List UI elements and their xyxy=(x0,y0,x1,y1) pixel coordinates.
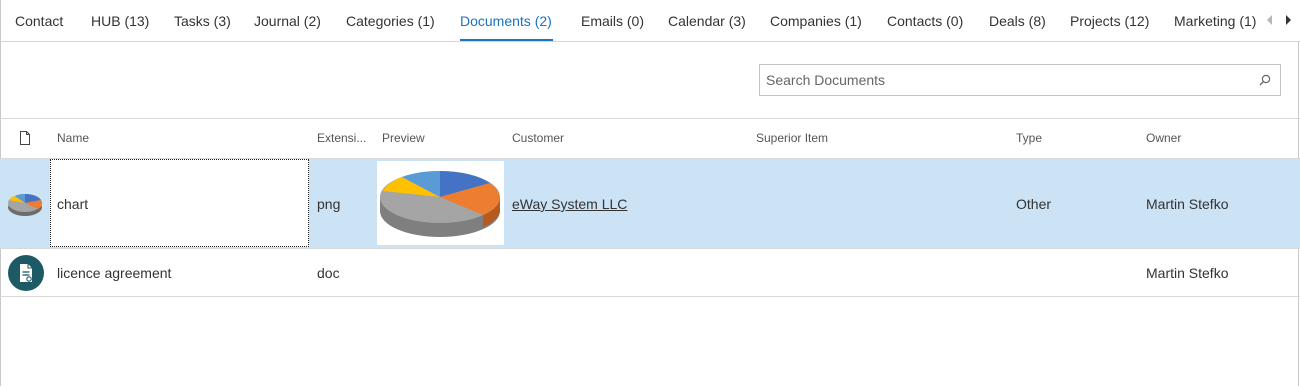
tab-contacts[interactable]: Contacts (0) xyxy=(887,13,963,29)
document-owner: Martin Stefko xyxy=(1146,196,1229,212)
column-header-superior-item[interactable]: Superior Item xyxy=(756,131,828,145)
scroll-right-icon[interactable] xyxy=(1286,15,1291,25)
document-name[interactable]: licence agreement xyxy=(57,265,171,281)
document-owner: Martin Stefko xyxy=(1146,265,1229,281)
tab-calendar[interactable]: Calendar (3) xyxy=(668,13,746,29)
column-header-type[interactable]: Type xyxy=(1016,131,1042,145)
tab-documents[interactable]: Documents (2) xyxy=(460,13,552,29)
tab-marketing[interactable]: Marketing (1) xyxy=(1174,13,1256,29)
scroll-left-icon[interactable] xyxy=(1267,15,1272,25)
column-header-name[interactable]: Name xyxy=(57,131,89,145)
search-box xyxy=(759,64,1281,96)
name-cell-focus[interactable] xyxy=(50,159,309,247)
tab-emails[interactable]: Emails (0) xyxy=(581,13,644,29)
document-preview[interactable] xyxy=(377,161,504,245)
column-header-owner[interactable]: Owner xyxy=(1146,131,1181,145)
tab-contact[interactable]: Contact xyxy=(15,13,63,29)
row-divider xyxy=(0,296,1300,297)
search-icon[interactable] xyxy=(1258,73,1272,87)
pie-chart-preview-image xyxy=(380,171,500,237)
document-extension: png xyxy=(317,196,341,212)
tab-deals[interactable]: Deals (8) xyxy=(989,13,1046,29)
active-tab-indicator xyxy=(460,39,553,41)
document-name[interactable]: chart xyxy=(57,196,88,212)
document-file-icon xyxy=(20,264,32,282)
tab-scroll-controls xyxy=(1262,0,1300,41)
column-header-extension[interactable]: Extensi... xyxy=(317,131,366,145)
document-avatar xyxy=(8,255,44,291)
tab-tasks[interactable]: Tasks (3) xyxy=(174,13,231,29)
tab-projects[interactable]: Projects (12) xyxy=(1070,13,1149,29)
customer-link[interactable]: eWay System LLC xyxy=(512,196,627,212)
document-column-icon xyxy=(20,131,30,145)
document-extension: doc xyxy=(317,265,340,281)
column-header-customer[interactable]: Customer xyxy=(512,131,564,145)
table-row[interactable] xyxy=(0,249,1300,296)
image-thumbnail-icon xyxy=(8,194,43,216)
tab-hub[interactable]: HUB (13) xyxy=(91,13,149,29)
tab-companies[interactable]: Companies (1) xyxy=(770,13,862,29)
column-header-preview[interactable]: Preview xyxy=(382,131,425,145)
search-input[interactable] xyxy=(766,72,1246,88)
header-top-border xyxy=(0,118,1300,119)
tab-bar: Contact HUB (13) Tasks (3) Journal (2) C… xyxy=(0,0,1300,42)
tab-journal[interactable]: Journal (2) xyxy=(254,13,321,29)
document-type: Other xyxy=(1016,196,1052,212)
tab-categories[interactable]: Categories (1) xyxy=(346,13,435,29)
